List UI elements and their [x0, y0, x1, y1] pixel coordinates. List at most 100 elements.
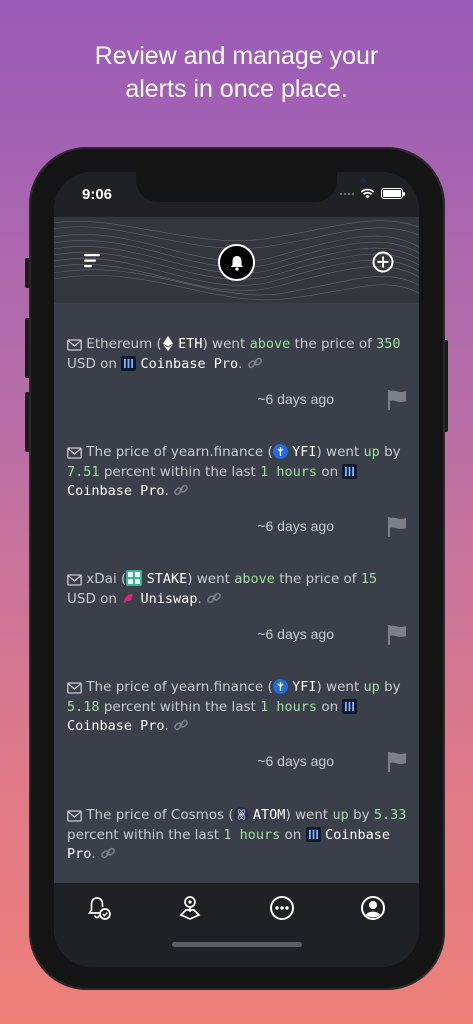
alert-text-part: . — [164, 718, 169, 734]
alert-symbol: YFI — [292, 444, 317, 460]
flag-icon[interactable] — [387, 516, 407, 538]
flag-icon[interactable] — [387, 751, 407, 773]
xdai-stake-icon — [126, 570, 143, 586]
alert-prefix: Ethereum ( — [86, 336, 162, 352]
location-pin-icon[interactable] — [175, 893, 205, 923]
alert-text-part: . — [197, 590, 202, 607]
alert-symbol: STAKE — [146, 571, 188, 587]
alert-text-part: . — [164, 483, 169, 499]
link-icon[interactable] — [173, 717, 189, 733]
alerts-feed[interactable]: Ethereum ( ETH) went above the price of … — [54, 303, 419, 883]
flag-icon[interactable] — [387, 389, 407, 411]
alert-symbol: ETH — [178, 336, 203, 352]
alert-text-part: percent within the last — [67, 826, 220, 843]
link-icon[interactable] — [247, 355, 263, 371]
alert-direction: up — [363, 679, 380, 695]
alert-duration: 1 hours — [260, 698, 318, 715]
profile-icon[interactable] — [358, 893, 388, 923]
alert-item[interactable]: The price of yearn.finance ( YFI) went u… — [67, 678, 407, 772]
time-ago: ~6 days ago — [257, 626, 334, 642]
alert-meta: ~6 days ago — [67, 516, 407, 540]
link-icon[interactable] — [100, 845, 116, 861]
promo-line-2: alerts in once place. — [125, 75, 348, 103]
alert-meta: ~6 days ago — [67, 751, 407, 775]
link-icon[interactable] — [206, 590, 222, 606]
alert-exchange: Uniswap — [140, 590, 198, 607]
alert-meta: ~6 days ago — [67, 624, 407, 648]
alert-exchange: Coinbase Pro — [67, 483, 165, 499]
alert-text: The price of yearn.finance ( YFI) went u… — [67, 443, 407, 502]
flag-icon[interactable] — [387, 624, 407, 646]
promo-line-1: Review and manage your — [94, 42, 379, 70]
alert-text-part: USD on — [67, 590, 117, 607]
coinbase-pro-icon — [342, 463, 358, 479]
alert-text-part: . — [91, 846, 96, 862]
alert-item[interactable]: Ethereum ( ETH) went above the price of … — [67, 335, 407, 410]
alert-direction: up — [332, 807, 349, 823]
envelope-icon — [67, 682, 82, 694]
alert-text-part: the price of — [294, 336, 372, 352]
alert-prefix: The price of yearn.finance ( — [86, 679, 273, 695]
bell-check-icon[interactable] — [84, 893, 114, 923]
notch — [136, 172, 366, 202]
alert-text-part: ) went — [285, 807, 329, 823]
alert-text-part: ) went — [187, 571, 230, 587]
alert-text-part: ) went — [316, 444, 360, 460]
alert-text-part: the price of — [279, 571, 357, 587]
tab-bar — [54, 883, 419, 967]
alert-item[interactable]: The price of Cosmos ( ATOM) went up by 5… — [67, 806, 407, 865]
alert-direction: above — [234, 571, 275, 587]
alert-value: 5.18 — [67, 698, 100, 715]
status-icons — [340, 188, 405, 199]
alert-item[interactable]: xDai ( STAKE) went above the price of 15… — [67, 570, 407, 645]
alert-exchange: Coinbase Pro — [140, 355, 239, 372]
ethereum-icon — [162, 336, 173, 351]
alert-text-part: on — [321, 463, 339, 480]
time-ago: ~6 days ago — [257, 518, 334, 534]
alert-value: 350 — [376, 336, 401, 352]
alert-text-part: on — [284, 826, 302, 843]
alert-text-part: percent within the last — [103, 698, 256, 715]
alert-text-part: . — [238, 355, 243, 372]
link-icon[interactable] — [173, 482, 189, 498]
signal-icon — [340, 192, 354, 195]
status-bar: 9:06 — [54, 172, 419, 217]
time-ago: ~6 days ago — [257, 391, 334, 407]
alert-meta: ~6 days ago — [67, 389, 407, 413]
alert-text: xDai ( STAKE) went above the price of 15… — [67, 570, 407, 609]
envelope-icon — [67, 339, 82, 351]
time-ago: ~6 days ago — [257, 753, 334, 769]
alert-duration: 1 hours — [223, 826, 281, 843]
menu-icon[interactable] — [82, 251, 102, 271]
home-indicator — [172, 942, 302, 947]
bell-icon — [230, 255, 243, 271]
alert-value: 15 — [360, 571, 378, 587]
alert-text-part: by — [384, 444, 401, 460]
plus-circle-icon[interactable] — [372, 251, 394, 273]
status-time: 9:06 — [82, 186, 113, 203]
coinbase-pro-icon — [305, 826, 321, 842]
alert-direction: up — [363, 444, 380, 460]
envelope-icon — [67, 447, 82, 459]
cosmos-icon — [233, 807, 249, 822]
phone-screen: 9:06 Ethereum (ETH) went above the pric… — [54, 172, 419, 967]
alert-text-part: percent within the last — [103, 463, 256, 480]
alert-text: The price of Cosmos ( ATOM) went up by 5… — [67, 806, 407, 865]
promo-headline: Review and manage your alerts in once pl… — [0, 40, 473, 106]
envelope-icon — [67, 574, 82, 586]
more-circle-icon[interactable] — [267, 893, 297, 923]
alert-text-part: USD on — [67, 355, 117, 372]
alert-item[interactable]: The price of yearn.finance ( YFI) went u… — [67, 443, 407, 537]
wifi-icon — [360, 188, 375, 199]
alert-text-part: by — [384, 679, 401, 695]
camera-icon — [360, 178, 366, 184]
alert-text-part: by — [353, 807, 370, 823]
alert-value: 5.33 — [373, 807, 407, 823]
alert-symbol: ATOM — [252, 807, 286, 823]
alert-text-part: ) went — [202, 336, 246, 352]
alert-exchange: Coinbase Pro — [67, 718, 165, 734]
envelope-icon — [67, 810, 82, 822]
alerts-button[interactable] — [218, 244, 255, 281]
alert-direction: above — [249, 336, 291, 352]
alert-prefix: The price of Cosmos ( — [86, 807, 234, 823]
